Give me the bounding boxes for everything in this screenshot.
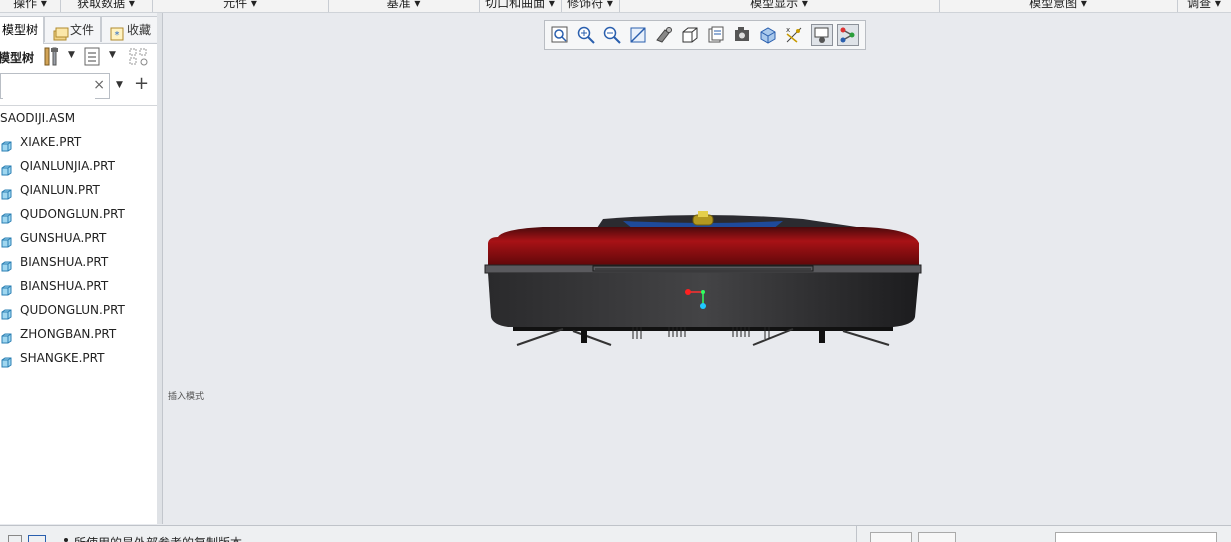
part-icon — [1, 280, 12, 296]
part-icon — [1, 328, 12, 344]
settings-dropdown-icon[interactable]: ▼ — [68, 50, 75, 60]
ribbon-group-component[interactable]: 元件 ▾ — [152, 0, 329, 12]
search-input[interactable] — [3, 75, 95, 99]
model-tree: SAODIJI.ASM XIAKE.PRT QIANLUNJIA.PRT QIANL… — [0, 105, 157, 370]
tree-item-label: BIANSHUA.PRT — [20, 279, 109, 293]
part-icon — [1, 256, 12, 272]
zoom-in-icon[interactable] — [575, 24, 597, 46]
tree-item[interactable]: SHANGKE.PRT — [0, 346, 157, 370]
part-icon — [1, 304, 12, 320]
spin-center-icon[interactable] — [811, 24, 833, 46]
tree-item[interactable]: XIAKE.PRT — [0, 130, 157, 154]
ribbon-group-operations[interactable]: 操作 ▾ — [0, 0, 61, 12]
insert-mode-label: 插入模式 — [168, 392, 205, 402]
tab-favorites[interactable]: * 收藏 — [101, 16, 158, 42]
tree-item-label: QIANLUN.PRT — [20, 183, 100, 197]
ribbon-group-model-display[interactable]: 模型显示 ▾ — [619, 0, 940, 12]
tree-item-label: QUDONGLUN.PRT — [20, 207, 125, 221]
refit-icon[interactable] — [549, 24, 571, 46]
tree-item[interactable]: QUDONGLUN.PRT — [0, 202, 157, 226]
folder-icon — [53, 24, 69, 40]
add-icon[interactable]: + — [134, 73, 149, 94]
part-icon — [1, 184, 12, 200]
ribbon-group-modifiers[interactable]: 修饰符 ▾ — [561, 0, 620, 12]
svg-text:x: x — [786, 26, 790, 34]
tree-item-label: GUNSHUA.PRT — [20, 231, 107, 245]
settings-tools-icon[interactable] — [41, 46, 63, 71]
tree-item[interactable]: ZHONGBAN.PRT — [0, 322, 157, 346]
saved-orientations-icon[interactable] — [679, 24, 701, 46]
favorites-icon: * — [110, 24, 124, 41]
part-icon — [1, 136, 12, 152]
datum-display-icon[interactable]: x — [783, 24, 805, 46]
search-dropdown-icon[interactable]: ▼ — [116, 80, 123, 90]
display-style-icon[interactable] — [653, 24, 675, 46]
view-manager-icon[interactable] — [705, 24, 727, 46]
ribbon-group-investigate[interactable]: 调查 ▾ — [1177, 0, 1231, 12]
ribbon-group-cut-surface[interactable]: 切口和曲面 ▾ — [479, 0, 562, 12]
graphics-viewport[interactable]: x 插入模式 — [163, 13, 1231, 524]
ribbon-group-datum[interactable]: 基准 ▾ — [328, 0, 480, 12]
model-tree-toolbar: 模型树 ▼ ▼ — [0, 44, 157, 70]
tree-item-label: QUDONGLUN.PRT — [20, 303, 125, 317]
tree-item-label: ZHONGBAN.PRT — [20, 327, 117, 341]
tree-item[interactable]: QUDONGLUN.PRT — [0, 298, 157, 322]
show-dropdown-icon[interactable]: ▼ — [109, 50, 116, 60]
tree-item[interactable]: QIANLUNJIA.PRT — [0, 154, 157, 178]
section-icon[interactable] — [757, 24, 779, 46]
zoom-out-icon[interactable] — [601, 24, 623, 46]
tree-item[interactable]: BIANSHUA.PRT — [0, 250, 157, 274]
annotation-display-icon[interactable] — [837, 24, 859, 46]
ribbon: 操作 ▾ 获取数据 ▾ 元件 ▾ 基准 ▾ 切口和曲面 ▾ 修饰符 ▾ 模型显示… — [0, 0, 1231, 13]
tree-item-label: QIANLUNJIA.PRT — [20, 159, 115, 173]
left-panel: 模型树 文件 * 收藏 模型树 ▼ ▼ × ▼ + SAODIJI.ASM XI… — [0, 13, 158, 524]
ribbon-group-model-intent[interactable]: 模型意图 ▾ — [939, 0, 1178, 12]
ribbon-group-get-data[interactable]: 获取数据 ▾ — [60, 0, 153, 12]
tree-item[interactable]: GUNSHUA.PRT — [0, 226, 157, 250]
tree-root[interactable]: SAODIJI.ASM — [0, 106, 157, 130]
perspective-view-icon[interactable] — [731, 24, 753, 46]
part-icon — [1, 352, 12, 368]
tree-filter-icon[interactable] — [128, 47, 150, 70]
part-icon — [1, 160, 12, 176]
tree-item[interactable]: QIANLUN.PRT — [0, 178, 157, 202]
status-bar: 所使用的是外部参考的复制版本 — [0, 525, 1231, 542]
tree-item-label: BIANSHUA.PRT — [20, 255, 109, 269]
robot-vacuum-model[interactable] — [483, 209, 923, 349]
search-row: × ▼ + — [0, 71, 157, 103]
status-divider-1 — [856, 526, 857, 542]
status-bullet-icon — [64, 538, 68, 542]
view-toolbar: x — [544, 20, 866, 50]
tree-item-label: SHANGKE.PRT — [20, 351, 105, 365]
part-icon — [1, 208, 12, 224]
part-icon — [1, 232, 12, 248]
show-list-icon[interactable] — [84, 47, 102, 70]
search-box: × — [0, 73, 110, 99]
tab-folder-browser[interactable]: 文件 — [44, 16, 101, 42]
tree-item[interactable]: BIANSHUA.PRT — [0, 274, 157, 298]
panel-tabs: 模型树 文件 * 收藏 — [0, 13, 158, 44]
model-tree-label: 模型树 — [0, 51, 35, 65]
svg-text:*: * — [115, 30, 120, 41]
repaint-icon[interactable] — [627, 24, 649, 46]
tree-item-label: XIAKE.PRT — [20, 135, 82, 149]
tab-model-tree[interactable]: 模型树 — [0, 16, 44, 44]
clear-icon[interactable]: × — [93, 77, 105, 93]
